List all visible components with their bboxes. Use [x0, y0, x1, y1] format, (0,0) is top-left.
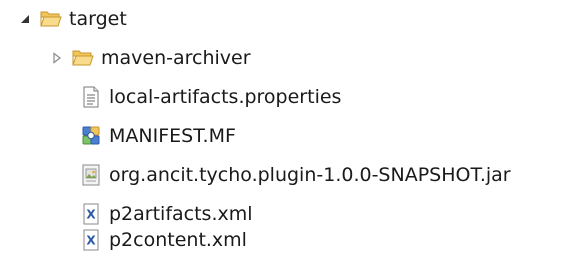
tree-node-label: target	[69, 8, 127, 30]
tree-node-p2content-xml[interactable]: X p2content.xml	[80, 225, 247, 255]
tree-node-local-artifacts-properties[interactable]: local-artifacts.properties	[80, 82, 341, 112]
folder-icon	[72, 47, 94, 69]
tree-node-label: org.ancit.tycho.plugin-1.0.0-SNAPSHOT.ja…	[109, 164, 511, 186]
svg-text:X: X	[86, 234, 96, 248]
svg-text:X: X	[86, 208, 96, 222]
tree-node-label: p2content.xml	[109, 229, 247, 251]
tree-node-target[interactable]: target	[18, 4, 127, 34]
tree-node-maven-archiver[interactable]: maven-archiver	[50, 43, 251, 73]
tree-node-plugin-jar[interactable]: org.ancit.tycho.plugin-1.0.0-SNAPSHOT.ja…	[80, 160, 511, 190]
tree-node-manifest-mf[interactable]: MANIFEST.MF	[80, 121, 236, 151]
collapsed-triangle-icon[interactable]	[50, 51, 64, 65]
xml-file-icon: X	[80, 229, 102, 251]
tree-node-label: MANIFEST.MF	[109, 125, 236, 147]
tree-node-label: local-artifacts.properties	[109, 86, 342, 108]
xml-file-icon: X	[80, 203, 102, 225]
project-explorer-tree: target maven-archiver local-artifacts.pr…	[0, 0, 579, 255]
properties-file-icon	[80, 86, 102, 108]
jar-file-icon	[80, 164, 102, 186]
manifest-file-icon	[80, 125, 102, 147]
folder-open-icon	[40, 8, 62, 30]
expanded-triangle-icon[interactable]	[18, 12, 32, 26]
tree-node-label: maven-archiver	[101, 47, 251, 69]
